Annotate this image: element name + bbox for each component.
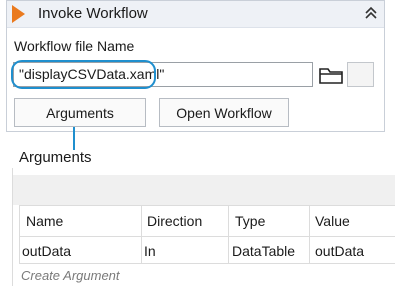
workflow-file-label: Workflow file Name [14,38,135,54]
play-icon [12,5,25,23]
column-header-direction[interactable]: Direction [147,213,202,230]
activity-title: Invoke Workflow [38,5,148,22]
arguments-toolbar [13,175,395,205]
double-chevron-up-icon[interactable] [362,4,380,22]
expression-editor-button[interactable] [347,62,374,87]
folder-icon[interactable] [318,64,344,86]
arguments-button[interactable]: Arguments [14,98,146,127]
header-bottom-line [19,236,395,237]
file-name-highlight [11,60,156,89]
callout-connector [73,127,75,150]
col-line-0 [19,205,20,264]
row-bottom-line [19,263,395,264]
arguments-panel-title: Arguments [19,149,92,166]
argument-value-cell[interactable]: outData [315,243,364,260]
col-line-3 [309,205,310,264]
argument-type-cell[interactable]: DataTable [232,243,295,260]
create-argument-link[interactable]: Create Argument [21,268,120,284]
column-header-name[interactable]: Name [26,213,63,230]
grid-top-line [19,205,395,206]
open-workflow-button[interactable]: Open Workflow [159,98,289,127]
column-header-value[interactable]: Value [315,213,350,230]
col-line-1 [141,205,142,264]
col-line-2 [228,205,229,264]
column-header-type[interactable]: Type [235,213,265,230]
argument-name-cell[interactable]: outData [22,243,71,260]
argument-direction-cell[interactable]: In [144,243,156,260]
